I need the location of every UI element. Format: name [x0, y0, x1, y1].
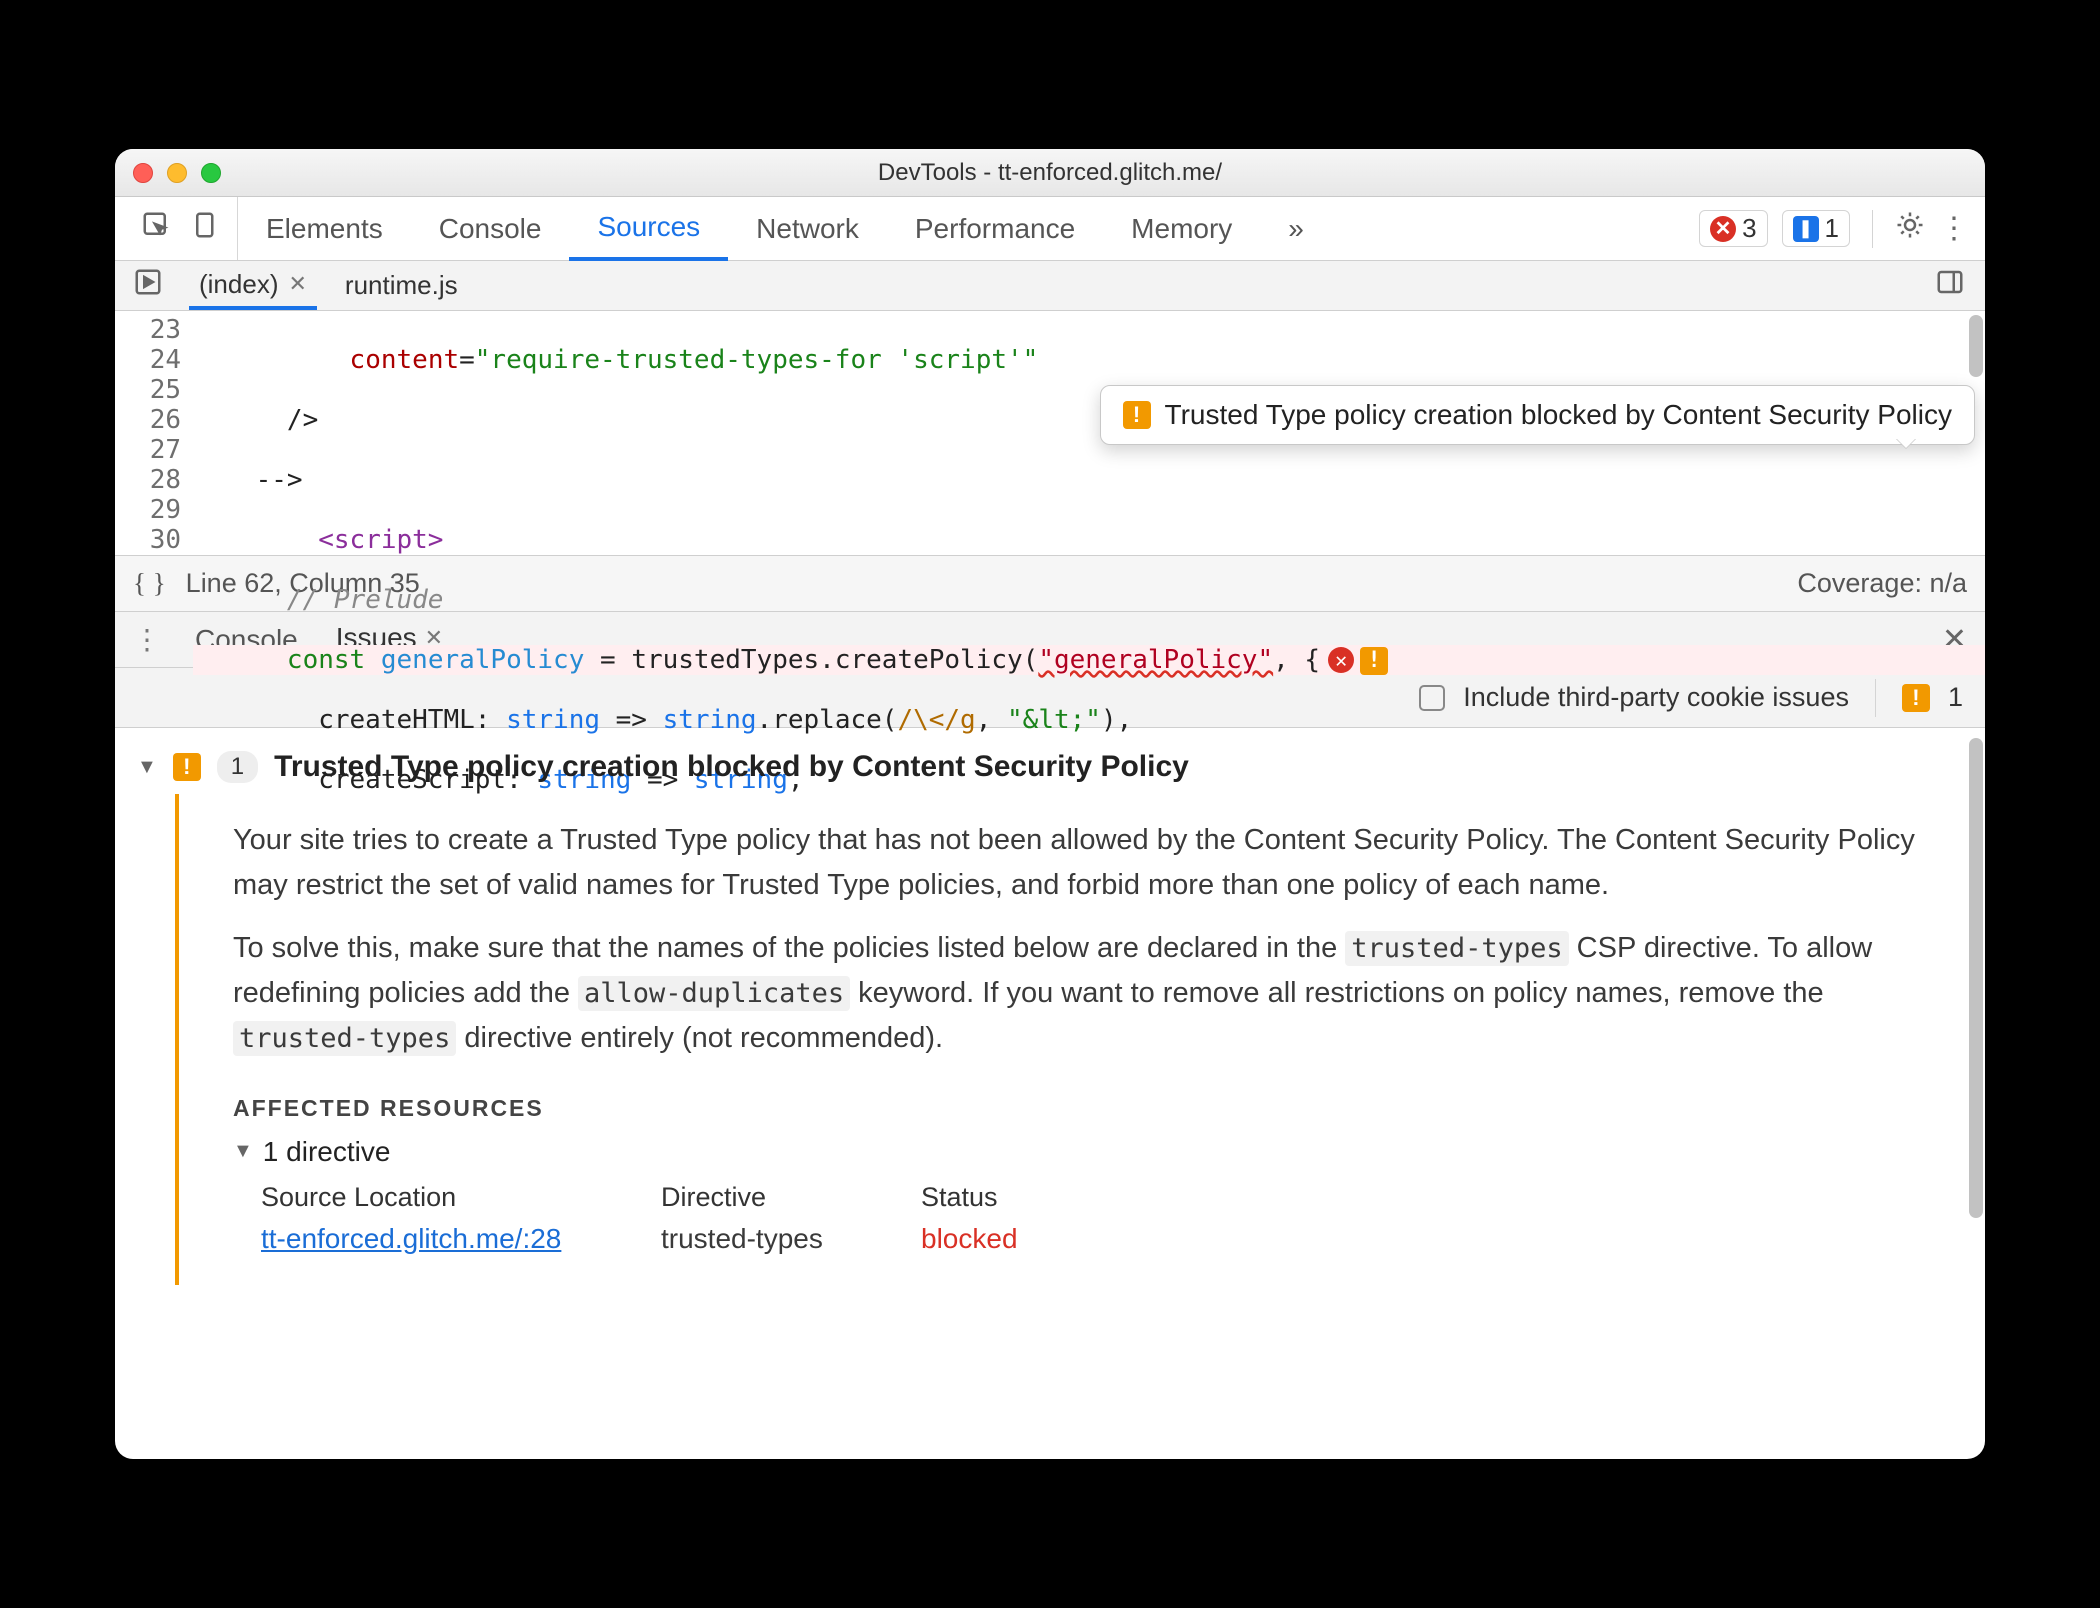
- tooltip-text: Trusted Type policy creation blocked by …: [1165, 400, 1953, 430]
- chevron-down-icon[interactable]: ▼: [137, 756, 157, 779]
- tab-performance[interactable]: Performance: [887, 197, 1103, 260]
- message-counter[interactable]: ❚ 1: [1782, 210, 1850, 247]
- close-tab-icon[interactable]: ✕: [288, 271, 306, 297]
- warning-tooltip: ! Trusted Type policy creation blocked b…: [1100, 385, 1976, 445]
- warning-icon: !: [173, 753, 201, 781]
- affected-resources-heading: AFFECTED RESOURCES: [233, 1095, 1945, 1122]
- file-tab-index[interactable]: (index) ✕: [189, 263, 317, 310]
- warning-icon: !: [1123, 401, 1151, 429]
- issues-panel: ▼ ! 1 Trusted Type policy creation block…: [115, 728, 1985, 1459]
- code-content: content="require-trusted-types-for 'scri…: [193, 311, 1985, 555]
- tab-sources[interactable]: Sources: [569, 198, 728, 261]
- table-row: tt-enforced.glitch.me/:28 trusted-types …: [261, 1223, 1945, 1255]
- issue-count-badge: 1: [217, 751, 258, 783]
- main-toolbar: Elements Console Sources Network Perform…: [115, 197, 1985, 261]
- source-location-link[interactable]: tt-enforced.glitch.me/:28: [261, 1223, 641, 1255]
- error-count: 3: [1742, 213, 1756, 244]
- line-gutter: 23 24 25 26 27 28 29 30: [115, 311, 193, 555]
- issue-title: Trusted Type policy creation blocked by …: [274, 750, 1189, 784]
- settings-gear-icon[interactable]: [1895, 210, 1925, 247]
- error-icon: ✕: [1710, 216, 1736, 242]
- issue-header[interactable]: ▼ ! 1 Trusted Type policy creation block…: [115, 728, 1985, 794]
- col-directive: Directive: [661, 1182, 901, 1213]
- resume-script-icon[interactable]: [125, 267, 171, 304]
- issue-body: Your site tries to create a Trusted Type…: [175, 794, 1985, 1285]
- panel-tabs: Elements Console Sources Network Perform…: [238, 197, 1332, 260]
- inline-error-icon[interactable]: ✕: [1328, 647, 1354, 673]
- window-title: DevTools - tt-enforced.glitch.me/: [115, 159, 1985, 187]
- panel-overflow-button[interactable]: »: [1260, 197, 1332, 260]
- tab-console[interactable]: Console: [411, 197, 570, 260]
- message-count: 1: [1825, 213, 1839, 244]
- tab-elements[interactable]: Elements: [238, 197, 411, 260]
- source-editor[interactable]: 23 24 25 26 27 28 29 30 content="require…: [115, 311, 1985, 556]
- issue-description-1: Your site tries to create a Trusted Type…: [233, 818, 1945, 908]
- status-cell: blocked: [921, 1223, 1101, 1255]
- devtools-window: DevTools - tt-enforced.glitch.me/ Elemen…: [115, 149, 1985, 1459]
- inline-warning-icon[interactable]: !: [1360, 647, 1388, 675]
- divider: [1872, 210, 1873, 248]
- titlebar: DevTools - tt-enforced.glitch.me/: [115, 149, 1985, 197]
- drawer-kebab-icon[interactable]: ⋮: [133, 623, 161, 656]
- kebab-menu-icon[interactable]: ⋮: [1939, 211, 1969, 246]
- tab-memory[interactable]: Memory: [1103, 197, 1260, 260]
- editor-tab-row: (index) ✕ runtime.js: [115, 261, 1985, 311]
- directive-cell: trusted-types: [661, 1223, 901, 1255]
- affected-resources-table: Source Location Directive Status tt-enfo…: [261, 1182, 1945, 1255]
- directive-summary[interactable]: ▼ 1 directive: [233, 1136, 1945, 1168]
- col-source-location: Source Location: [261, 1182, 641, 1213]
- col-status: Status: [921, 1182, 1101, 1213]
- chat-icon: ❚: [1793, 216, 1819, 242]
- inspect-icon[interactable]: [141, 210, 171, 247]
- chevron-down-icon[interactable]: ▼: [233, 1140, 253, 1163]
- file-tab-label: runtime.js: [345, 270, 458, 301]
- tab-network[interactable]: Network: [728, 197, 887, 260]
- file-tab-runtime[interactable]: runtime.js: [335, 264, 468, 307]
- scrollbar-thumb[interactable]: [1969, 315, 1983, 377]
- directive-summary-text: 1 directive: [263, 1136, 391, 1168]
- issue-description-2: To solve this, make sure that the names …: [233, 926, 1945, 1061]
- scrollbar-thumb[interactable]: [1969, 738, 1983, 1218]
- error-counter[interactable]: ✕ 3: [1699, 210, 1767, 247]
- pretty-print-icon[interactable]: { }: [133, 568, 166, 599]
- sidebar-toggle-icon[interactable]: [1925, 267, 1975, 304]
- file-tab-label: (index): [199, 269, 278, 300]
- device-toolbar-icon[interactable]: [191, 210, 221, 247]
